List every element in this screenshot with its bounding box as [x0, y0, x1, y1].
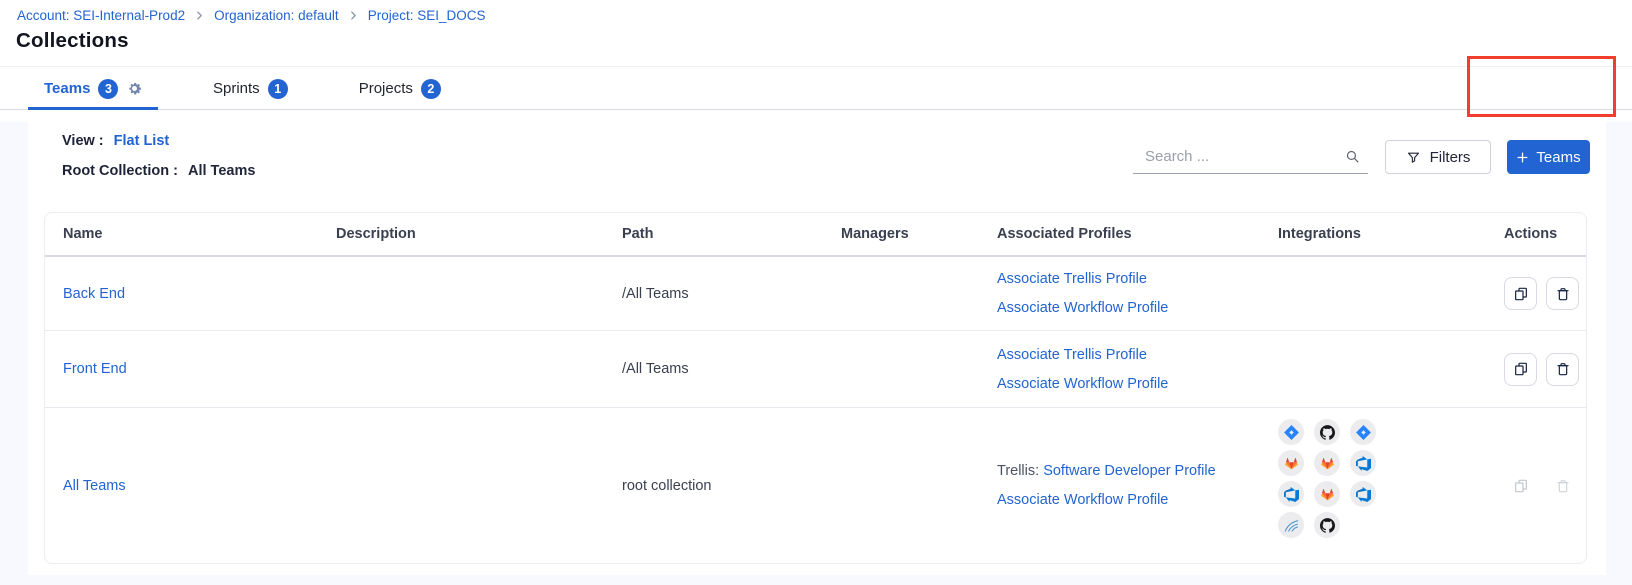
tab-bar: Teams 3 Sprints 1 Projects 2 Add custom … [0, 66, 1632, 110]
github-icon [1314, 512, 1340, 538]
table-row: Back End /All Teams Associate Trellis Pr… [45, 257, 1586, 331]
delete-button-disabled[interactable] [1546, 469, 1579, 502]
path-cell: /All Teams [622, 361, 841, 377]
trash-icon [1555, 286, 1571, 302]
plus-icon [1516, 151, 1529, 164]
jira-icon [1350, 419, 1376, 445]
view-selector: View : Flat List [62, 133, 169, 149]
teams-count-badge: 3 [98, 79, 118, 99]
table-row: Front End /All Teams Associate Trellis P… [45, 331, 1586, 408]
associate-workflow-profile-link[interactable]: Associate Workflow Profile [997, 376, 1278, 392]
sprints-count-badge: 1 [268, 79, 288, 99]
gear-icon[interactable] [126, 80, 143, 97]
column-header-integrations: Integrations [1278, 226, 1504, 242]
azure-devops-icon [1350, 450, 1376, 476]
path-cell: root collection [622, 478, 841, 494]
column-header-actions: Actions [1504, 226, 1586, 242]
azure-devops-icon [1350, 481, 1376, 507]
tab-sprints-label: Sprints [213, 80, 260, 97]
associate-workflow-profile-link[interactable]: Associate Workflow Profile [997, 492, 1278, 508]
tab-projects-label: Projects [359, 80, 413, 97]
filters-button[interactable]: Filters [1385, 140, 1491, 174]
sonarqube-icon [1278, 512, 1304, 538]
filters-button-label: Filters [1430, 149, 1471, 166]
gitlab-icon [1278, 450, 1304, 476]
copy-button-disabled[interactable] [1504, 469, 1537, 502]
trash-icon [1555, 478, 1571, 494]
search-field [1133, 140, 1368, 174]
root-collection-label: Root Collection : [62, 163, 178, 179]
chevron-right-icon [194, 10, 205, 21]
collection-name-link[interactable]: Front End [63, 361, 127, 377]
add-teams-button[interactable]: Teams [1507, 140, 1590, 174]
breadcrumb-account-link[interactable]: Account: SEI-Internal-Prod2 [17, 8, 185, 23]
root-collection-selector: Root Collection : All Teams [62, 163, 255, 179]
copy-button[interactable] [1504, 277, 1537, 310]
path-cell: /All Teams [622, 286, 841, 302]
tab-teams-label: Teams [44, 80, 90, 97]
trellis-profile-link[interactable]: Software Developer Profile [1043, 463, 1215, 479]
associate-trellis-profile-link[interactable]: Associate Trellis Profile [997, 271, 1278, 287]
table-header-row: Name Description Path Managers Associate… [45, 213, 1586, 257]
column-header-description: Description [336, 226, 622, 242]
add-teams-button-label: Teams [1536, 149, 1580, 166]
associate-workflow-profile-link[interactable]: Associate Workflow Profile [997, 300, 1278, 316]
copy-icon [1513, 361, 1529, 377]
github-icon [1314, 419, 1340, 445]
delete-button[interactable] [1546, 277, 1579, 310]
collection-name-link[interactable]: Back End [63, 286, 125, 302]
trellis-prefix-label: Trellis: [997, 463, 1039, 479]
tab-sprints[interactable]: Sprints 1 [213, 67, 288, 110]
column-header-name: Name [45, 226, 336, 242]
root-collection-value: All Teams [188, 163, 255, 179]
trash-icon [1555, 361, 1571, 377]
column-header-path: Path [622, 226, 841, 242]
breadcrumb-organization-link[interactable]: Organization: default [214, 8, 339, 23]
tab-projects[interactable]: Projects 2 [359, 67, 441, 110]
copy-button[interactable] [1504, 353, 1537, 386]
copy-icon [1513, 286, 1529, 302]
search-input[interactable] [1133, 148, 1344, 165]
associate-trellis-profile-link[interactable]: Associate Trellis Profile [997, 347, 1278, 363]
breadcrumb-project-link[interactable]: Project: SEI_DOCS [368, 8, 486, 23]
chevron-right-icon [348, 10, 359, 21]
search-icon [1344, 148, 1361, 165]
integrations-cell [1278, 408, 1504, 538]
collection-name-link[interactable]: All Teams [63, 478, 126, 494]
copy-icon [1513, 478, 1529, 494]
view-label: View : [62, 133, 104, 149]
view-value-link[interactable]: Flat List [114, 133, 170, 149]
gitlab-icon [1314, 481, 1340, 507]
tab-teams[interactable]: Teams 3 [28, 67, 158, 110]
jira-icon [1278, 419, 1304, 445]
trellis-profile-line: Trellis: Software Developer Profile [997, 463, 1278, 479]
azure-devops-icon [1278, 481, 1304, 507]
projects-count-badge: 2 [421, 79, 441, 99]
gitlab-icon [1314, 450, 1340, 476]
collections-table: Name Description Path Managers Associate… [44, 212, 1587, 564]
filter-funnel-icon [1406, 150, 1421, 165]
breadcrumb: Account: SEI-Internal-Prod2 Organization… [17, 8, 485, 23]
page-title: Collections [16, 29, 129, 53]
table-row: All Teams root collection Trellis: Softw… [45, 408, 1586, 563]
delete-button[interactable] [1546, 353, 1579, 386]
column-header-managers: Managers [841, 226, 997, 242]
column-header-associated-profiles: Associated Profiles [997, 226, 1278, 242]
